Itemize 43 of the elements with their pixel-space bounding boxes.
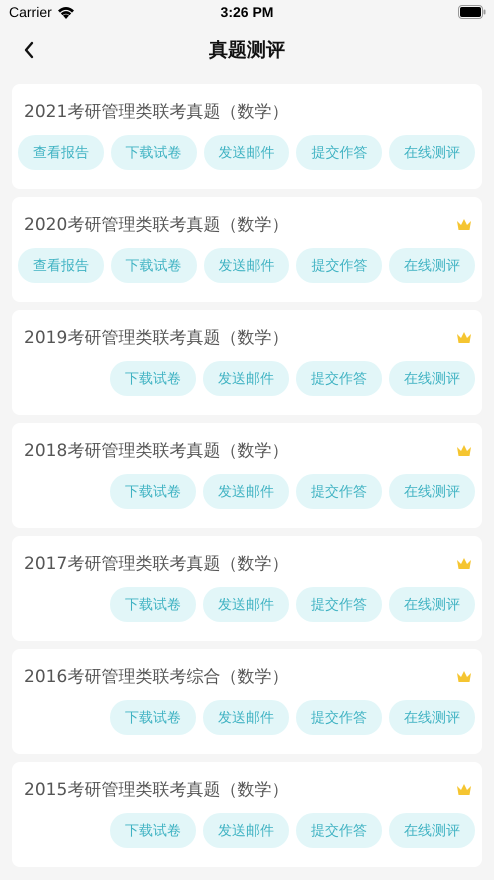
action-button[interactable]: 在线测评: [389, 474, 475, 509]
paper-title: 2021考研管理类联考真题（数学）: [24, 100, 288, 122]
action-button[interactable]: 下载试卷: [110, 813, 196, 848]
action-button[interactable]: 提交作答: [296, 700, 382, 735]
action-button[interactable]: 下载试卷: [110, 248, 197, 283]
action-button[interactable]: 提交作答: [296, 813, 382, 848]
paper-title: 2015考研管理类联考真题（数学）: [24, 778, 288, 800]
paper-title: 2018考研管理类联考真题（数学）: [24, 440, 288, 462]
action-button[interactable]: 下载试卷: [110, 361, 196, 396]
wifi-icon: [56, 6, 75, 18]
action-button[interactable]: 发送邮件: [203, 587, 289, 622]
battery-icon: [458, 5, 486, 19]
action-button[interactable]: 在线测评: [389, 135, 475, 170]
action-button[interactable]: 查看报告: [18, 135, 104, 170]
action-button[interactable]: 下载试卷: [110, 135, 197, 170]
action-button[interactable]: 下载试卷: [110, 700, 196, 735]
action-button[interactable]: 发送邮件: [204, 135, 290, 170]
status-time: 3:26 PM: [220, 4, 274, 20]
action-button[interactable]: 提交作答: [296, 361, 382, 396]
paper-title: 2017考研管理类联考真题（数学）: [24, 552, 288, 574]
action-button[interactable]: 发送邮件: [203, 474, 289, 509]
action-button[interactable]: 在线测评: [389, 248, 475, 283]
action-button[interactable]: 发送邮件: [203, 813, 289, 848]
action-button[interactable]: 发送邮件: [204, 248, 290, 283]
action-button[interactable]: 在线测评: [389, 587, 475, 622]
action-button[interactable]: 在线测评: [389, 361, 475, 396]
action-button[interactable]: 发送邮件: [203, 361, 289, 396]
paper-title: 2020考研管理类联考真题（数学）: [24, 214, 288, 236]
action-button[interactable]: 发送邮件: [203, 700, 289, 735]
action-button[interactable]: 提交作答: [296, 474, 382, 509]
paper-title: 2016考研管理类联考综合（数学）: [24, 666, 288, 688]
action-button[interactable]: 提交作答: [296, 587, 382, 622]
action-button[interactable]: 提交作答: [296, 248, 382, 283]
page-title: 真题测评: [209, 38, 285, 63]
action-button[interactable]: 提交作答: [296, 135, 382, 170]
paper-title: 2019考研管理类联考真题（数学）: [24, 326, 288, 348]
action-button[interactable]: 下载试卷: [110, 474, 196, 509]
action-button[interactable]: 在线测评: [389, 700, 475, 735]
action-button[interactable]: 查看报告: [18, 248, 104, 283]
action-button[interactable]: 下载试卷: [110, 587, 196, 622]
back-icon[interactable]: [23, 41, 35, 59]
carrier-label: Carrier: [9, 4, 52, 20]
action-button[interactable]: 在线测评: [389, 813, 475, 848]
